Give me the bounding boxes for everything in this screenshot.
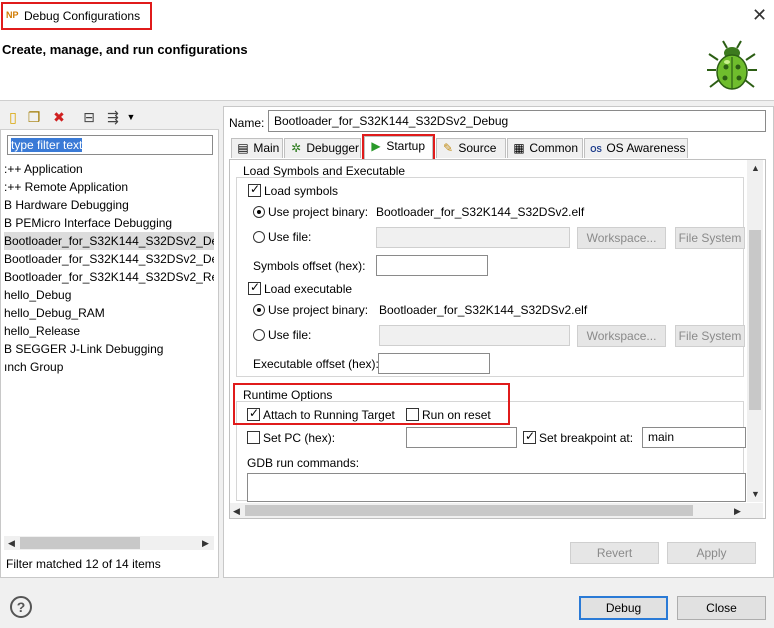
tree-item[interactable]: hello_Debug_RAM bbox=[4, 304, 214, 322]
tree-item[interactable]: :++ Remote Application bbox=[4, 178, 214, 196]
tab-main[interactable]: ▤ Main bbox=[231, 138, 283, 158]
debugger-bug-icon: ✲ bbox=[290, 141, 302, 155]
scroll-left-icon[interactable]: ◀ bbox=[233, 506, 240, 517]
symbols-use-file-radio[interactable] bbox=[253, 231, 265, 243]
main-tab-icon: ▤ bbox=[237, 141, 249, 155]
tree-item[interactable]: :++ Application bbox=[4, 160, 214, 178]
chevron-down-icon[interactable]: ▼ bbox=[124, 109, 138, 125]
startup-hscroll-thumb[interactable] bbox=[245, 505, 693, 516]
bug-icon bbox=[704, 38, 760, 94]
exe-workspace-button[interactable]: Workspace... bbox=[577, 325, 666, 347]
exe-project-binary-value: Bootloader_for_S32K144_S32DSv2.elf bbox=[379, 303, 588, 317]
tab-main-label: Main bbox=[253, 141, 280, 155]
tree-item[interactable]: Bootloader_for_S32K144_S32DSv2_Debu bbox=[4, 250, 214, 268]
tab-debugger-label: Debugger bbox=[306, 141, 360, 155]
symbols-workspace-button[interactable]: Workspace... bbox=[577, 227, 666, 249]
symbols-project-binary-label: Use project binary: bbox=[268, 205, 369, 219]
set-pc-checkbox[interactable] bbox=[247, 431, 260, 444]
source-icon: ✎ bbox=[442, 141, 454, 155]
tree-item[interactable]: hello_Release bbox=[4, 322, 214, 340]
load-symbols-checkbox[interactable] bbox=[248, 182, 261, 197]
scroll-right-icon[interactable]: ▶ bbox=[202, 538, 209, 549]
scroll-down-icon[interactable]: ▼ bbox=[751, 489, 760, 499]
load-executable-checkbox[interactable] bbox=[248, 280, 261, 295]
load-group-label: Load Symbols and Executable bbox=[243, 164, 406, 178]
tab-common[interactable]: ▦ Common bbox=[507, 138, 583, 158]
set-breakpoint-input[interactable]: main bbox=[642, 427, 746, 448]
scroll-up-icon[interactable]: ▲ bbox=[751, 163, 760, 173]
filter-input-text: type filter text bbox=[11, 138, 83, 152]
scroll-left-icon[interactable]: ◀ bbox=[8, 538, 15, 549]
tree-item[interactable]: B SEGGER J-Link Debugging bbox=[4, 340, 214, 358]
symbols-use-file-label: Use file: bbox=[268, 230, 312, 244]
symbols-offset-label: Symbols offset (hex): bbox=[253, 259, 366, 273]
tree-item[interactable]: hello_Debug bbox=[4, 286, 214, 304]
tab-os-awareness[interactable]: OS OS Awareness bbox=[584, 138, 688, 158]
gdb-commands-label: GDB run commands: bbox=[247, 456, 360, 470]
tab-os-label: OS Awareness bbox=[606, 141, 686, 155]
tree-item[interactable]: B Hardware Debugging bbox=[4, 196, 214, 214]
close-icon[interactable]: ✕ bbox=[752, 5, 767, 26]
exe-file-field[interactable] bbox=[379, 325, 570, 346]
symbols-project-binary-radio[interactable] bbox=[253, 206, 265, 218]
tab-source[interactable]: ✎ Source bbox=[436, 138, 506, 158]
set-breakpoint-checkbox[interactable] bbox=[523, 429, 536, 444]
startup-tab-annotation-box bbox=[362, 134, 435, 162]
symbols-project-binary-value: Bootloader_for_S32K144_S32DSv2.elf bbox=[376, 205, 585, 219]
debug-button[interactable]: Debug bbox=[579, 596, 668, 620]
tree-item[interactable]: Bootloader_for_S32K144_S32DSv2_Relea bbox=[4, 268, 214, 286]
exe-offset-input[interactable] bbox=[378, 353, 490, 374]
exe-use-file-label: Use file: bbox=[268, 328, 312, 342]
startup-vscroll-thumb[interactable] bbox=[749, 230, 761, 410]
runtime-annotation-box bbox=[233, 383, 510, 425]
tab-common-label: Common bbox=[529, 141, 579, 155]
tree-item[interactable]: B PEMicro Interface Debugging bbox=[4, 214, 214, 232]
gdb-commands-textarea[interactable] bbox=[247, 473, 746, 502]
tree-item-selected[interactable]: Bootloader_for_S32K144_S32DSv2_Debu bbox=[4, 232, 214, 250]
help-icon[interactable]: ? bbox=[10, 596, 32, 618]
exe-project-binary-radio[interactable] bbox=[253, 304, 265, 316]
apply-button[interactable]: Apply bbox=[667, 542, 756, 564]
header-separator bbox=[0, 100, 774, 101]
symbols-offset-input[interactable] bbox=[376, 255, 488, 276]
config-name-input[interactable]: Bootloader_for_S32K144_S32DSv2_Debug bbox=[268, 110, 766, 132]
close-button[interactable]: Close bbox=[677, 596, 766, 620]
name-label: Name: bbox=[229, 116, 265, 130]
exe-use-file-radio[interactable] bbox=[253, 329, 265, 341]
header-title: Create, manage, and run configurations bbox=[2, 42, 248, 57]
load-executable-label: Load executable bbox=[264, 282, 353, 296]
os-icon: OS bbox=[590, 145, 602, 154]
symbols-file-field[interactable] bbox=[376, 227, 570, 248]
new-config-icon[interactable]: ▯ bbox=[6, 109, 20, 125]
load-symbols-label: Load symbols bbox=[264, 184, 339, 198]
set-pc-label: Set PC (hex): bbox=[263, 431, 336, 445]
tab-debugger[interactable]: ✲ Debugger bbox=[284, 138, 361, 158]
delete-config-icon[interactable]: ✖ bbox=[52, 109, 66, 125]
tree-item[interactable]: ınch Group bbox=[4, 358, 214, 376]
tab-source-label: Source bbox=[458, 141, 497, 155]
collapse-all-icon[interactable]: ⊟ bbox=[82, 109, 96, 125]
title-annotation-box bbox=[1, 2, 152, 30]
symbols-filesystem-button[interactable]: File System bbox=[675, 227, 745, 249]
set-pc-input[interactable] bbox=[406, 427, 517, 448]
scroll-right-icon[interactable]: ▶ bbox=[734, 506, 741, 517]
revert-button[interactable]: Revert bbox=[570, 542, 659, 564]
filter-input[interactable]: type filter text bbox=[7, 135, 213, 155]
tree-scroll-thumb[interactable] bbox=[20, 537, 140, 549]
filter-icon[interactable]: ⇶ bbox=[106, 109, 120, 125]
exe-project-binary-label: Use project binary: bbox=[268, 303, 369, 317]
exe-offset-label: Executable offset (hex): bbox=[253, 357, 379, 371]
exe-filesystem-button[interactable]: File System bbox=[675, 325, 745, 347]
filter-status: Filter matched 12 of 14 items bbox=[6, 557, 161, 571]
duplicate-config-icon[interactable]: ❐ bbox=[27, 109, 41, 125]
set-breakpoint-label: Set breakpoint at: bbox=[539, 431, 634, 445]
common-icon: ▦ bbox=[513, 141, 525, 155]
